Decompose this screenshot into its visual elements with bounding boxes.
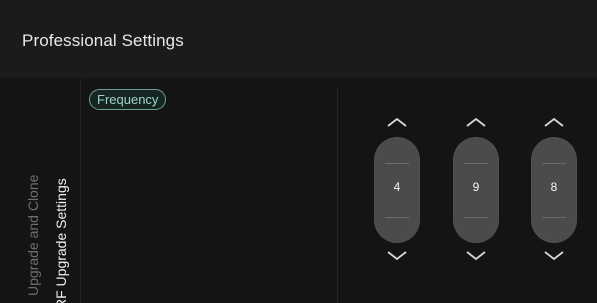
digit-value: 4: [393, 180, 401, 194]
wheel-separator: [385, 217, 409, 218]
frequency-digit-picker: 4 9 8: [338, 78, 597, 303]
digit-picker-1[interactable]: 4: [374, 115, 420, 275]
header: Professional Settings: [0, 0, 597, 78]
chevron-up-icon[interactable]: [542, 115, 566, 129]
settings-screen: Professional Settings Upgrade and Clone …: [0, 0, 597, 303]
digit-wheel[interactable]: 4: [374, 137, 420, 243]
wheel-separator: [464, 163, 488, 164]
chevron-up-icon[interactable]: [385, 115, 409, 129]
wheel-separator: [542, 163, 566, 164]
digit-picker-3[interactable]: 8: [531, 115, 577, 275]
digit-wheel[interactable]: 8: [531, 137, 577, 243]
chevron-down-icon[interactable]: [464, 249, 488, 263]
page-title: Professional Settings: [22, 31, 184, 50]
wheel-separator: [385, 163, 409, 164]
wheel-separator: [464, 217, 488, 218]
chevron-down-icon[interactable]: [385, 249, 409, 263]
tab-rf-upgrade-settings[interactable]: RF Upgrade Settings: [53, 178, 69, 303]
chevron-up-icon[interactable]: [464, 115, 488, 129]
tab-upgrade-and-clone[interactable]: Upgrade and Clone: [25, 175, 41, 296]
digit-value: 8: [550, 180, 558, 194]
digit-picker-2[interactable]: 9: [453, 115, 499, 275]
chevron-down-icon[interactable]: [542, 249, 566, 263]
digit-wheel[interactable]: 9: [453, 137, 499, 243]
navigation-column: Upgrade and Clone RF Upgrade Settings: [0, 78, 81, 303]
settings-list: Frequency: [80, 78, 337, 303]
wheel-separator: [542, 217, 566, 218]
frequency-item[interactable]: Frequency: [89, 89, 167, 110]
digit-value: 9: [472, 180, 480, 194]
